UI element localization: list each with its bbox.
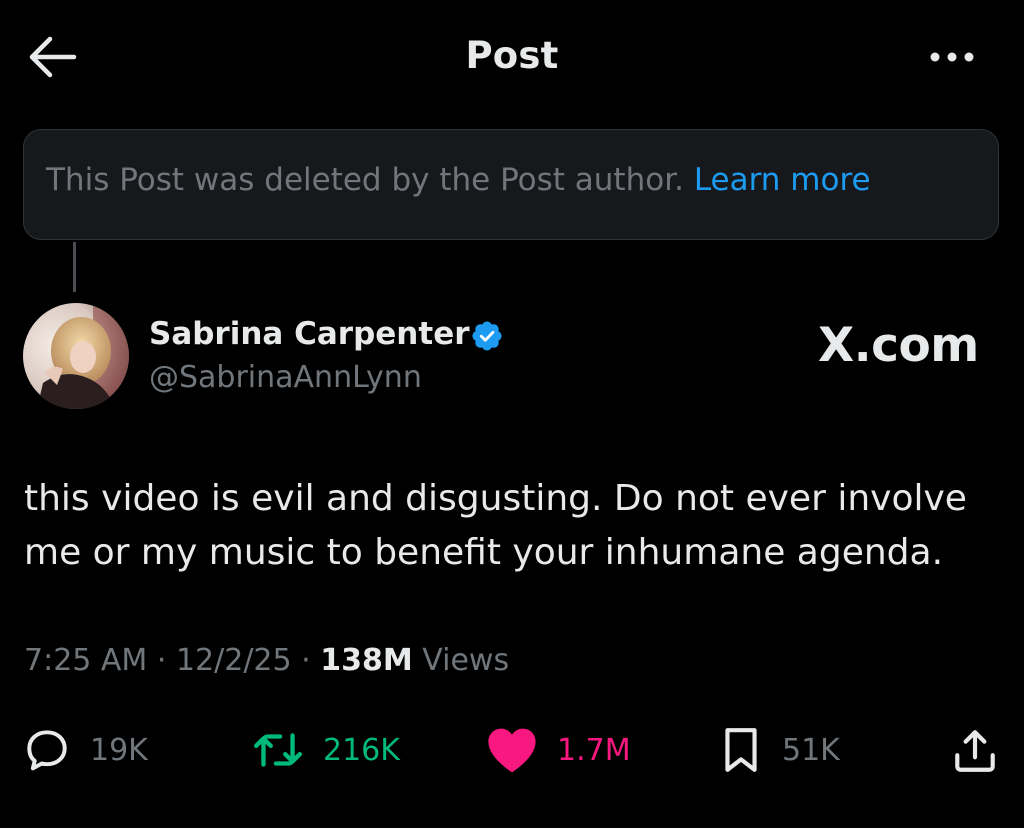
- bookmark-icon: [725, 728, 757, 772]
- post-text-line-2: me or my music to benefit your inhumane …: [24, 532, 944, 573]
- heart-icon: [488, 728, 536, 773]
- author-handle[interactable]: @SabrinaAnnLynn: [149, 360, 422, 395]
- reply-count: 19K: [90, 732, 148, 768]
- bookmark-count: 51K: [782, 732, 840, 768]
- avatar[interactable]: [23, 303, 129, 409]
- page-title: Post: [465, 34, 559, 77]
- post-time[interactable]: 7:25 AM: [24, 643, 147, 678]
- repost-count: 216K: [323, 732, 400, 768]
- views-count: 138M: [320, 643, 413, 678]
- x-com-watermark: X.com: [818, 318, 979, 373]
- share-button[interactable]: [950, 726, 1000, 776]
- thread-connector-line: [73, 242, 76, 292]
- deleted-post-message: This Post was deleted by the Post author…: [46, 162, 684, 198]
- author-name[interactable]: Sabrina Carpenter: [149, 316, 470, 352]
- like-count: 1.7M: [557, 732, 631, 768]
- more-horizontal-icon: [930, 52, 974, 62]
- repost-icon: [254, 733, 302, 767]
- share-icon: [955, 730, 995, 772]
- more-options-button[interactable]: [922, 40, 982, 74]
- meta-separator: ·: [301, 643, 311, 678]
- learn-more-link[interactable]: Learn more: [694, 162, 871, 198]
- like-button[interactable]: 1.7M: [485, 722, 631, 778]
- avatar-photo: [23, 303, 129, 409]
- reply-icon: [27, 730, 67, 771]
- post-date[interactable]: 12/2/25: [176, 643, 292, 678]
- post-text: this video is evil and disgusting. Do no…: [24, 472, 984, 580]
- verified-badge-icon: [470, 319, 504, 353]
- deleted-post-text: This Post was deleted by the Post author…: [46, 162, 871, 198]
- post-text-line-1: this video is evil and disgusting. Do no…: [24, 478, 967, 519]
- repost-button[interactable]: 216K: [251, 722, 400, 778]
- bookmark-button[interactable]: 51K: [718, 722, 840, 778]
- views-label: Views: [422, 643, 510, 678]
- post-meta: 7:25 AM · 12/2/25 · 138M Views: [24, 643, 509, 678]
- meta-separator: ·: [156, 643, 167, 678]
- reply-button[interactable]: 19K: [22, 722, 148, 778]
